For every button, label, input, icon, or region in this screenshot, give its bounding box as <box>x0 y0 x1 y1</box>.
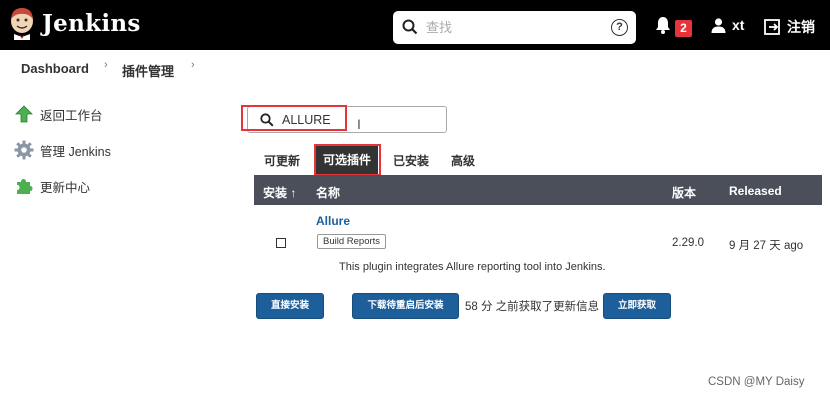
plugins-table-header: 安装 ↑ 名称 版本 Released <box>254 175 822 205</box>
breadcrumb-dashboard[interactable]: Dashboard <box>21 61 89 76</box>
sidebar-item-label: 更新中心 <box>40 180 91 195</box>
notification-badge[interactable]: 2 <box>675 20 692 37</box>
plugin-description: This plugin integrates Allure reporting … <box>339 261 606 273</box>
plugin-released: 9 月 27 天 ago <box>729 240 804 252</box>
tab-advanced[interactable]: 高级 <box>451 152 475 169</box>
sidebar-item-update-center[interactable]: 更新中心 <box>14 176 90 196</box>
column-released[interactable]: Released <box>729 184 782 198</box>
username: xt <box>732 17 745 33</box>
up-arrow-icon <box>14 104 34 124</box>
user-icon <box>711 17 726 33</box>
user-menu[interactable]: xt <box>711 17 744 33</box>
plugin-name-link[interactable]: Allure <box>316 214 350 228</box>
gear-icon <box>14 140 34 160</box>
plugin-category-tag[interactable]: Build Reports <box>317 234 387 249</box>
logout-icon <box>764 19 780 35</box>
column-install[interactable]: 安装 ↑ <box>263 184 296 201</box>
search-input[interactable] <box>426 17 596 37</box>
breadcrumb-separator: › <box>191 59 195 71</box>
global-search: ? <box>393 11 636 44</box>
install-now-button[interactable]: 直接安装 <box>256 293 324 319</box>
column-version[interactable]: 版本 <box>672 184 696 201</box>
sidebar-item-back-dashboard[interactable]: 返回工作台 <box>14 104 103 124</box>
tab-installed[interactable]: 已安装 <box>393 152 429 169</box>
text-cursor-icon: I <box>357 116 361 132</box>
puzzle-icon <box>14 176 34 196</box>
download-restart-button[interactable]: 下载待重启后安装 <box>352 293 459 319</box>
filter-highlight-box <box>241 105 347 131</box>
install-checkbox[interactable] <box>276 238 286 248</box>
tab-highlight-box <box>314 144 381 176</box>
jenkins-butler-icon <box>11 8 33 40</box>
fetch-now-button[interactable]: 立即获取 <box>603 293 671 319</box>
logout-button[interactable]: 注销 <box>764 17 815 37</box>
breadcrumb-plugin-manager[interactable]: 插件管理 <box>122 61 174 80</box>
update-info-text: 58 分 之前获取了更新信息 <box>465 301 600 313</box>
bell-icon[interactable] <box>655 16 671 34</box>
tab-updates[interactable]: 可更新 <box>264 152 300 169</box>
logout-label: 注销 <box>787 19 815 35</box>
search-icon <box>402 19 418 35</box>
top-header: Jenkins ? 2 xt 注销 <box>0 0 830 50</box>
jenkins-logo[interactable]: Jenkins <box>8 6 141 40</box>
column-name[interactable]: 名称 <box>316 184 340 201</box>
breadcrumb-separator: › <box>104 59 108 71</box>
help-icon[interactable]: ? <box>611 19 628 36</box>
brand-name: Jenkins <box>42 9 141 37</box>
plugin-version: 2.29.0 <box>672 237 704 249</box>
breadcrumb: Dashboard › 插件管理 › <box>0 50 830 86</box>
sidebar-item-manage-jenkins[interactable]: 管理 Jenkins <box>14 140 111 160</box>
sidebar-item-label: 返回工作台 <box>40 108 103 123</box>
watermark: CSDN @MY Daisy <box>708 376 805 388</box>
sidebar-item-label: 管理 Jenkins <box>40 144 111 159</box>
